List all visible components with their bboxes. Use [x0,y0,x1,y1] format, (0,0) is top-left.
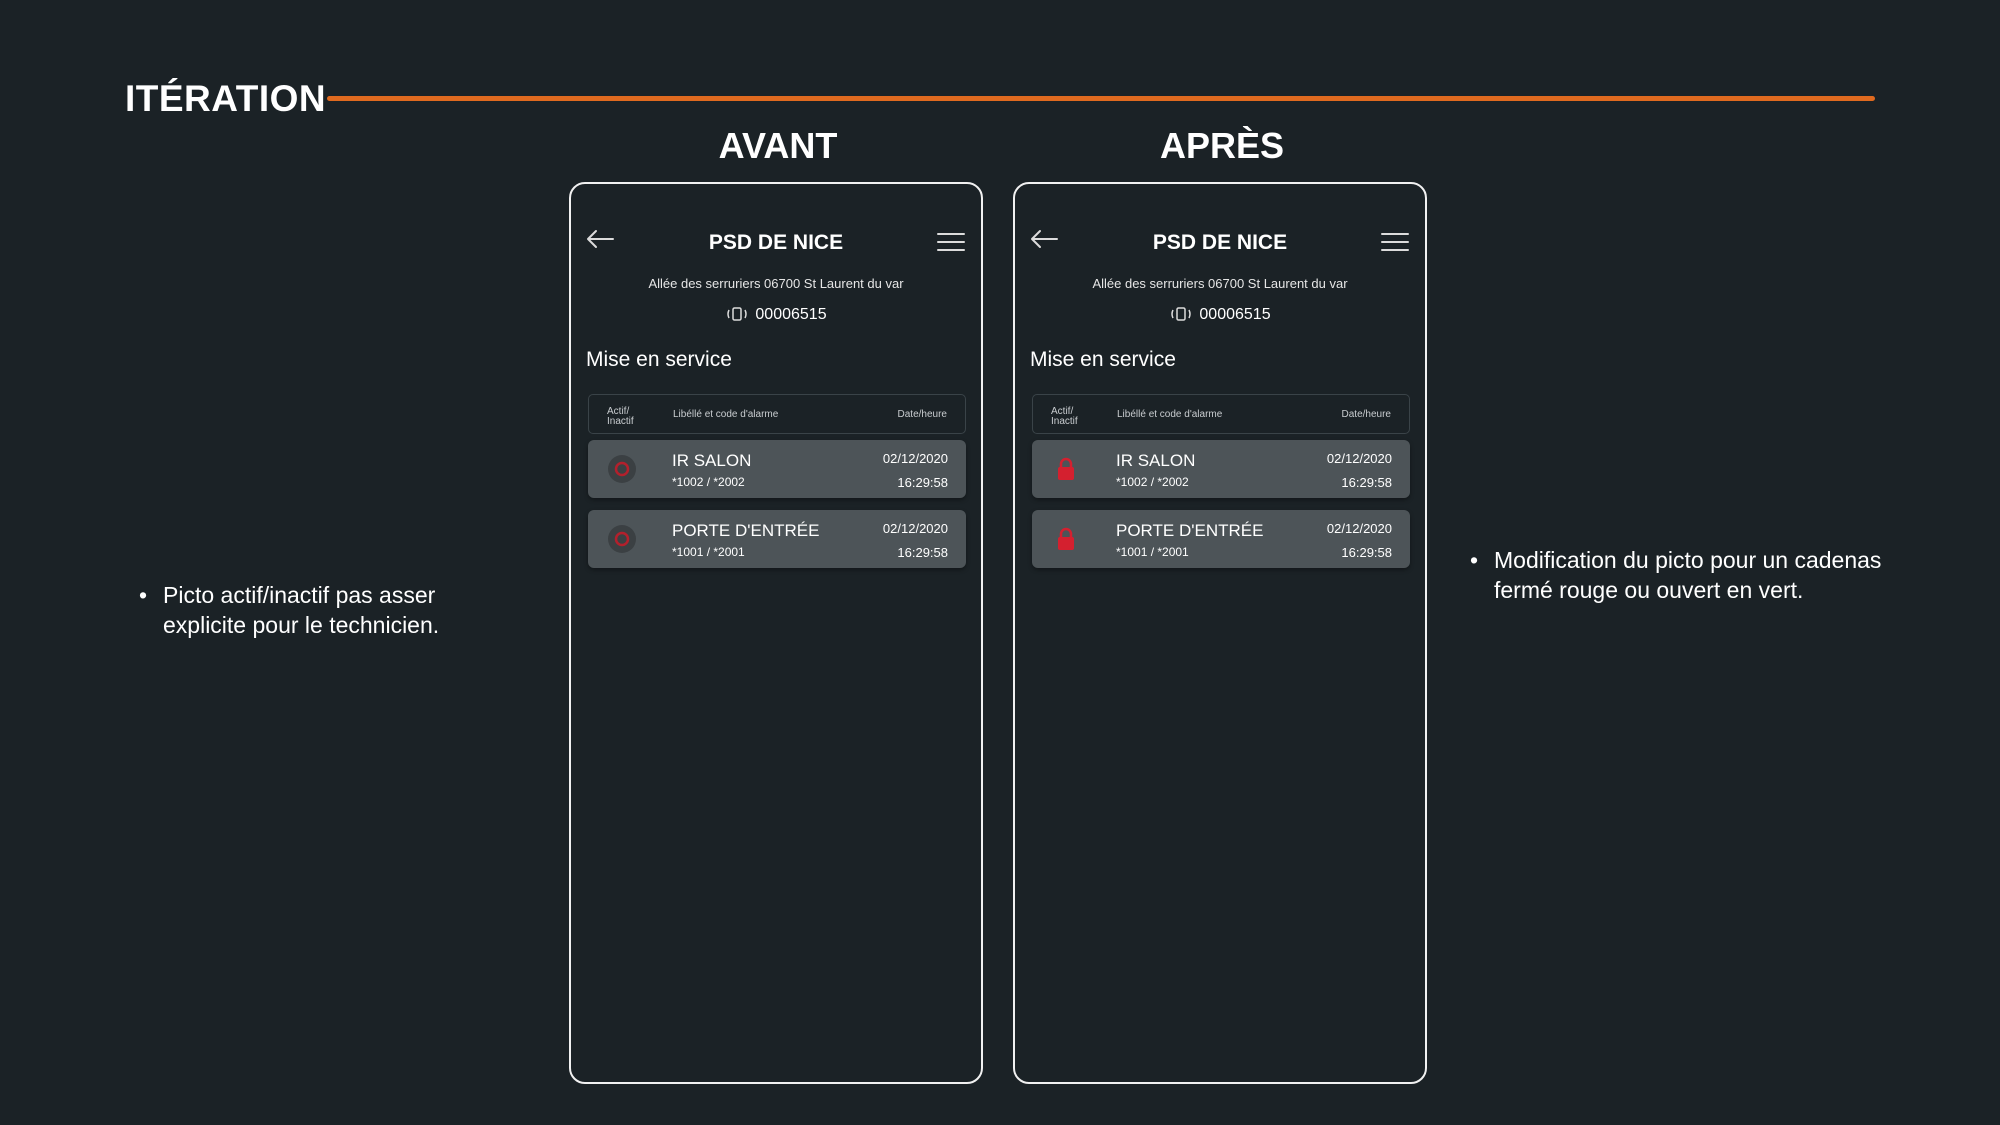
alarm-date: 02/12/2020 [882,451,948,466]
alarm-name: IR SALON [1116,451,1196,470]
table-header: Actif/ Inactif Libéllé et code d'alarme … [588,394,966,434]
before-label: AVANT [718,125,838,166]
phone-mockup-after: PSD DE NICE Allée des serruriers 06700 S… [1013,182,1427,1084]
alarm-time: 16:29:58 [897,475,948,490]
alarm-codes: *1001 / *2001 [672,545,745,559]
alarm-codes: *1002 / *2002 [672,475,745,489]
power-dot-icon[interactable] [606,523,638,555]
header-status: Actif/ Inactif [1051,406,1078,427]
alarm-codes: *1001 / *2001 [1116,545,1189,559]
header-datetime: Date/heure [1341,409,1391,420]
alarm-row[interactable]: PORTE D'ENTRÉE *1001 / *2001 02/12/2020 … [1032,510,1410,568]
bullet-icon: • [1470,547,1479,573]
vibrating-device-icon [727,307,748,321]
bullet-icon: • [139,582,148,608]
device-code: 00006515 [755,306,827,323]
site-address: Allée des serruriers 06700 St Laurent du… [1092,276,1348,291]
device-code-row: 00006515 [571,306,981,324]
power-dot-icon[interactable] [606,453,638,485]
table-header: Actif/ Inactif Libéllé et code d'alarme … [1032,394,1410,434]
alarm-row[interactable]: IR SALON *1002 / *2002 02/12/2020 16:29:… [588,440,966,498]
hamburger-menu-icon[interactable] [1381,232,1409,252]
device-code-row: 00006515 [1015,306,1425,324]
note-after: • Modification du picto pour un cadenas … [1470,545,1884,605]
slide: ITÉRATION AVANT APRÈS PSD DE NICE Allée … [0,0,2000,1125]
title-divider [327,96,1875,101]
alarm-date: 02/12/2020 [1326,521,1392,536]
alarm-date: 02/12/2020 [1326,451,1392,466]
alarm-time: 16:29:58 [1341,545,1392,560]
alarm-name: PORTE D'ENTRÉE [672,521,820,540]
section-title: Mise en service [1030,348,1176,371]
header-status: Actif/ Inactif [607,406,634,427]
note-before-text: Picto actif/inactif pas asser explicite … [163,582,440,638]
header-label: Libéllé et code d'alarme [1117,409,1223,420]
alarm-name: PORTE D'ENTRÉE [1116,521,1264,540]
phone-mockup-before: PSD DE NICE Allée des serruriers 06700 S… [569,182,983,1084]
hamburger-menu-icon[interactable] [937,232,965,252]
lock-closed-icon[interactable] [1050,523,1082,555]
vibrating-device-icon [1171,307,1192,321]
alarm-date: 02/12/2020 [882,521,948,536]
alarm-row[interactable]: IR SALON *1002 / *2002 02/12/2020 16:29:… [1032,440,1410,498]
alarm-codes: *1002 / *2002 [1116,475,1189,489]
header-datetime: Date/heure [897,409,947,420]
site-address: Allée des serruriers 06700 St Laurent du… [648,276,904,291]
section-title: Mise en service [586,348,732,371]
alarm-name: IR SALON [672,451,752,470]
alarm-time: 16:29:58 [1341,475,1392,490]
alarm-row[interactable]: PORTE D'ENTRÉE *1001 / *2001 02/12/2020 … [588,510,966,568]
device-code: 00006515 [1199,306,1271,323]
note-before: • Picto actif/inactif pas asser explicit… [139,580,493,640]
lock-closed-icon[interactable] [1050,453,1082,485]
screen-title: PSD DE NICE [708,231,844,254]
screen-title: PSD DE NICE [1152,231,1288,254]
header-label: Libéllé et code d'alarme [673,409,779,420]
alarm-time: 16:29:58 [897,545,948,560]
note-after-text: Modification du picto pour un cadenas fe… [1494,547,1882,603]
after-label: APRÈS [1159,125,1285,166]
slide-title: ITÉRATION [125,78,327,119]
